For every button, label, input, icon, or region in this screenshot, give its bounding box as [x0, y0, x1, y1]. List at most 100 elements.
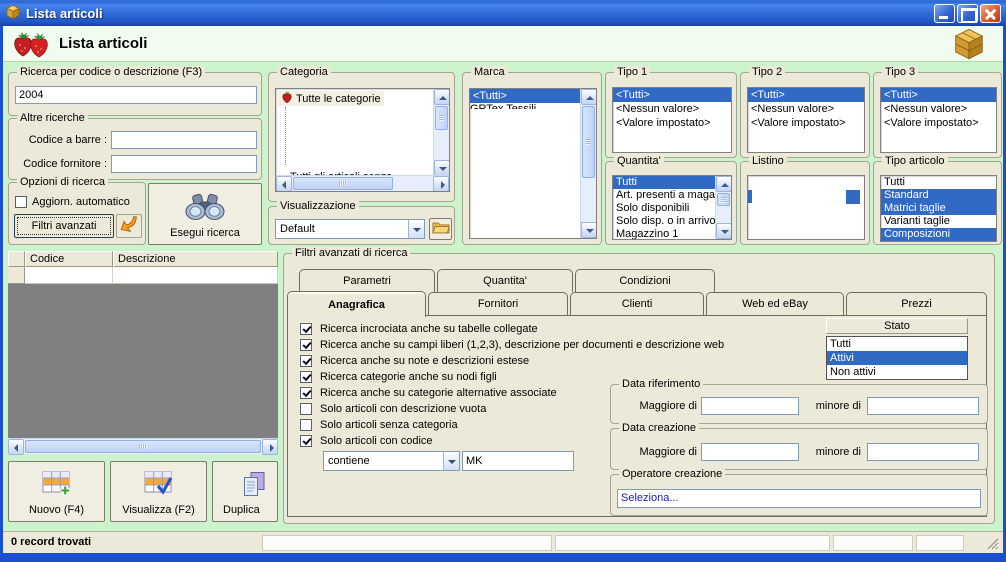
list-item[interactable]: Attivi	[827, 351, 967, 365]
view-select[interactable]: Default	[275, 219, 425, 239]
date-greater-input[interactable]	[701, 397, 799, 415]
checkbox[interactable]	[300, 371, 312, 383]
tab-fornitori[interactable]: Fornitori	[428, 292, 568, 315]
list-item[interactable]: Tutti	[827, 337, 967, 351]
list-item[interactable]: GRTex Tessili	[470, 103, 580, 109]
list-item[interactable]: Non attivi	[827, 365, 967, 379]
list-item[interactable]: <Nessun valore>	[748, 102, 864, 116]
scroll-up-button[interactable]	[581, 89, 596, 105]
checkbox[interactable]	[300, 323, 312, 335]
table-cell[interactable]	[25, 267, 113, 284]
checkbox[interactable]	[300, 339, 312, 351]
list-item[interactable]: Varianti taglie	[881, 215, 996, 228]
scroll-left-button[interactable]	[276, 176, 292, 191]
list-item[interactable]: Solo disp. o in arrivo	[613, 215, 715, 228]
tab-quantita[interactable]: Quantita'	[437, 269, 573, 292]
checkbox[interactable]	[300, 387, 312, 399]
advanced-filters-button[interactable]: Filtri avanzati	[14, 214, 114, 238]
list-item[interactable]: Magazzino 1	[613, 228, 715, 239]
new-button[interactable]: Nuovo (F4)	[8, 461, 105, 522]
tab-clienti[interactable]: Clienti	[570, 292, 704, 315]
tab-prezzi[interactable]: Prezzi	[846, 292, 987, 315]
list-item[interactable]: Solo disponibili	[613, 202, 715, 215]
operatore-creazione-select[interactable]: Seleziona...	[617, 489, 981, 508]
list-item[interactable]: <Nessun valore>	[613, 102, 731, 116]
tipo3-listbox[interactable]: <Tutti> <Nessun valore> <Valore impostat…	[880, 87, 997, 153]
tab-anagrafica[interactable]: Anagrafica	[287, 291, 426, 317]
column-header-codice[interactable]: Codice	[25, 251, 113, 267]
scroll-left-button[interactable]	[8, 439, 24, 455]
list-item[interactable]: <Nessun valore>	[881, 102, 996, 116]
list-item[interactable]: <Valore impostato>	[613, 116, 731, 130]
scroll-thumb[interactable]	[293, 177, 393, 190]
minimize-button[interactable]	[934, 3, 955, 23]
date-less-input[interactable]	[867, 397, 979, 415]
stato-header[interactable]: Stato	[826, 318, 968, 334]
stato-listbox[interactable]: Tutti Attivi Non attivi	[826, 336, 968, 380]
resize-grip[interactable]	[987, 538, 1000, 553]
tab-web-ed-ebay[interactable]: Web ed eBay	[706, 292, 844, 315]
view-button[interactable]: Visualizza (F2)	[110, 461, 207, 522]
list-item[interactable]: <Tutti>	[748, 88, 864, 102]
scroll-thumb[interactable]	[435, 106, 448, 130]
scroll-down-button[interactable]	[434, 160, 449, 176]
checkbox[interactable]	[300, 419, 312, 431]
list-item[interactable]: Art. presenti a maga	[613, 189, 715, 202]
duplicate-button[interactable]: Duplica	[212, 461, 278, 522]
categoria-root-item[interactable]: Tutte le categorie	[278, 90, 384, 106]
listino-listbox[interactable]	[747, 175, 865, 240]
scroll-thumb[interactable]	[582, 106, 595, 178]
list-item[interactable]: <Tutti>	[613, 88, 731, 102]
supplier-code-input[interactable]	[111, 155, 257, 173]
search-code-input[interactable]	[15, 86, 257, 104]
title-bar[interactable]: Lista articoli	[0, 0, 1006, 26]
checkbox[interactable]	[300, 403, 312, 415]
list-item[interactable]: Tutti	[613, 176, 715, 189]
marca-vscrollbar[interactable]	[580, 89, 596, 238]
column-header-descrizione[interactable]: Descrizione	[113, 251, 278, 267]
tab-condizioni[interactable]: Condizioni	[575, 269, 715, 292]
scroll-right-button[interactable]	[433, 176, 449, 191]
run-search-button[interactable]: Esegui ricerca	[148, 183, 262, 245]
quantita-vscrollbar[interactable]	[715, 176, 731, 239]
code-filter-input[interactable]	[462, 451, 574, 471]
date-less-input[interactable]	[867, 443, 979, 461]
list-item[interactable]: Standard	[881, 189, 996, 202]
open-view-button[interactable]	[429, 218, 452, 240]
row-header-cell[interactable]	[8, 251, 25, 267]
row-selector-cell[interactable]	[8, 267, 25, 284]
scroll-right-button[interactable]	[262, 439, 278, 455]
auto-update-checkbox[interactable]	[15, 196, 27, 208]
scroll-up-button[interactable]	[434, 89, 449, 105]
list-item[interactable]: Matrici taglie	[881, 202, 996, 215]
list-item[interactable]: Tutti	[881, 176, 996, 189]
barcode-input[interactable]	[111, 131, 257, 149]
tab-parametri[interactable]: Parametri	[299, 269, 435, 292]
scroll-thumb[interactable]	[25, 440, 261, 453]
categoria-vscrollbar[interactable]	[433, 89, 449, 176]
checkbox[interactable]	[300, 435, 312, 447]
advanced-filters-arrow-button[interactable]	[116, 214, 142, 238]
maximize-button[interactable]	[957, 3, 978, 23]
list-item[interactable]: <Tutti>	[881, 88, 996, 102]
chevron-down-icon[interactable]	[443, 452, 459, 470]
categoria-hscrollbar[interactable]	[276, 175, 449, 191]
list-item[interactable]: <Valore impostato>	[881, 116, 996, 130]
table-cell[interactable]	[113, 267, 278, 284]
code-operator-select[interactable]: contiene	[323, 451, 460, 471]
marca-listbox[interactable]: <Tutti> GRTex Tessili	[469, 88, 597, 239]
chevron-down-icon[interactable]	[408, 220, 424, 238]
list-item[interactable]: <Valore impostato>	[748, 116, 864, 130]
list-item[interactable]: <Tutti>	[470, 89, 580, 103]
scroll-down-button[interactable]	[581, 222, 596, 238]
checkbox[interactable]	[300, 355, 312, 367]
close-button[interactable]	[980, 3, 1001, 23]
date-greater-input[interactable]	[701, 443, 799, 461]
tipo2-listbox[interactable]: <Tutti> <Nessun valore> <Valore impostat…	[747, 87, 865, 153]
scroll-thumb[interactable]	[717, 193, 730, 206]
scroll-down-button[interactable]	[716, 223, 731, 239]
scroll-up-button[interactable]	[716, 176, 731, 192]
list-item[interactable]: Composizioni	[881, 228, 996, 241]
cube-icon[interactable]	[952, 28, 986, 63]
tipo1-listbox[interactable]: <Tutti> <Nessun valore> <Valore impostat…	[612, 87, 732, 153]
